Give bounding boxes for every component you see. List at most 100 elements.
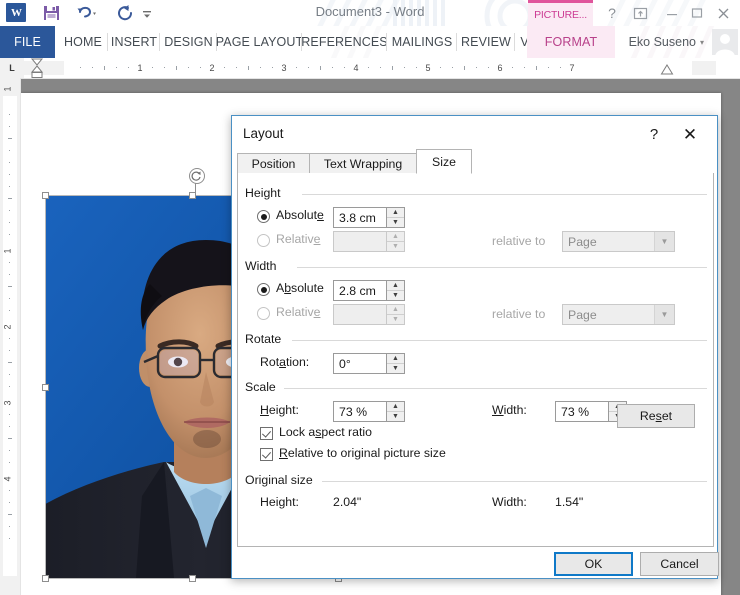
spinner-down-icon[interactable]: ▼ [387, 242, 404, 251]
ruler-number: 1 [2, 86, 13, 92]
resize-handle-n[interactable] [189, 192, 196, 199]
ruler-number: 3 [2, 400, 13, 406]
spinner-up-icon[interactable]: ▲ [387, 232, 404, 242]
rotation-spinner[interactable]: ▲ ▼ [386, 354, 404, 373]
height-relative-to-value: Page [568, 235, 597, 249]
width-relative-to-combo[interactable]: Page ▼ [562, 304, 675, 325]
chevron-down-icon[interactable]: ▼ [654, 232, 674, 251]
ribbon-tab-design[interactable]: DESIGN [160, 26, 217, 58]
close-icon[interactable] [712, 2, 734, 24]
ribbon-tab-mailings[interactable]: MAILINGS [387, 26, 457, 58]
width-relative-spinner[interactable]: ▲ ▼ [386, 305, 404, 324]
maximize-icon[interactable] [686, 2, 708, 24]
group-rotate-label: Rotate [245, 332, 288, 346]
ribbon-display-options-icon[interactable] [629, 2, 651, 24]
layout-dialog[interactable]: Layout ? ✕ Position Text Wrapping Size H… [231, 115, 719, 579]
ribbon-tab-review[interactable]: REVIEW [457, 26, 515, 58]
scale-height-input[interactable]: 73 % ▲ ▼ [333, 401, 405, 422]
ruler-number: 4 [2, 476, 13, 482]
ribbon-tab-home[interactable]: HOME [58, 26, 108, 58]
help-icon[interactable]: ? [601, 2, 623, 24]
height-relative-radio[interactable] [257, 234, 270, 247]
resize-handle-sw[interactable] [42, 575, 49, 582]
ruler-page-area [64, 61, 692, 75]
dialog-tab-text-wrapping[interactable]: Text Wrapping [309, 153, 417, 174]
width-absolute-input[interactable]: 2.8 cm ▲ ▼ [333, 280, 405, 301]
group-height: Height [245, 186, 707, 202]
spinner-down-icon[interactable]: ▼ [387, 218, 404, 227]
resize-handle-nw[interactable] [42, 192, 49, 199]
scale-height-spinner[interactable]: ▲ ▼ [386, 402, 404, 421]
width-absolute-radio[interactable] [257, 283, 270, 296]
group-original-size: Original size [245, 473, 707, 489]
height-absolute-spinner[interactable]: ▲ ▼ [386, 208, 404, 227]
group-original-size-label: Original size [245, 473, 319, 487]
spinner-down-icon[interactable]: ▼ [387, 364, 404, 373]
height-relative-to-combo[interactable]: Page ▼ [562, 231, 675, 252]
scale-height-value: 73 % [339, 405, 368, 419]
ribbon-tab-references[interactable]: REFERENCES [301, 26, 388, 58]
height-relative-spinner[interactable]: ▲ ▼ [386, 232, 404, 251]
rotate-handle[interactable] [189, 168, 205, 184]
height-relative-input[interactable]: ▲ ▼ [333, 231, 405, 252]
spinner-up-icon[interactable]: ▲ [387, 305, 404, 315]
user-name-label[interactable]: Eko Suseno [629, 26, 696, 58]
group-rotate: Rotate [245, 332, 707, 348]
dialog-tab-position[interactable]: Position [237, 153, 310, 174]
spinner-down-icon[interactable]: ▼ [387, 291, 404, 300]
reset-button[interactable]: Reset [617, 404, 695, 428]
ruler-page-area-vertical [3, 96, 17, 576]
ruler-number: 3 [281, 63, 287, 73]
ruler-number: 4 [353, 63, 359, 73]
avatar[interactable] [712, 29, 738, 55]
dialog-tab-size[interactable]: Size [416, 149, 472, 174]
dialog-close-icon[interactable]: ✕ [675, 122, 705, 147]
ribbon-tab-page-layout[interactable]: PAGE LAYOUT [216, 26, 303, 58]
ribbon-tab-file[interactable]: FILE [0, 26, 55, 58]
resize-handle-s[interactable] [189, 575, 196, 582]
group-width-label: Width [245, 259, 283, 273]
chevron-down-icon[interactable]: ▼ [654, 305, 674, 324]
vertical-ruler[interactable]: 1 1 2 3 4 [0, 78, 21, 595]
original-height-label: Height: [260, 495, 299, 509]
width-relative-radio[interactable] [257, 307, 270, 320]
tab-stop-selector[interactable]: L [0, 58, 24, 78]
picture-tools-contextual-label: PICTURE... [528, 0, 593, 26]
dialog-help-icon[interactable]: ? [641, 122, 667, 147]
width-absolute-label: Absolute [276, 281, 324, 295]
ribbon-tab-insert[interactable]: INSERT [108, 26, 160, 58]
spinner-up-icon[interactable]: ▲ [387, 208, 404, 218]
minimize-icon[interactable] [661, 2, 683, 24]
scale-width-label: Width: [492, 403, 527, 417]
ok-button[interactable]: OK [554, 552, 633, 576]
rotation-value: 0° [339, 357, 351, 371]
dialog-title-bar[interactable]: Layout ? ✕ [232, 116, 717, 153]
right-indent-marker-icon[interactable] [660, 64, 674, 76]
spinner-down-icon[interactable]: ▼ [387, 412, 404, 421]
width-relative-input[interactable]: ▲ ▼ [333, 304, 405, 325]
relative-to-original-checkbox[interactable] [260, 448, 273, 461]
resize-handle-w[interactable] [42, 384, 49, 391]
height-absolute-input[interactable]: 3.8 cm ▲ ▼ [333, 207, 405, 228]
spinner-down-icon[interactable]: ▼ [387, 315, 404, 324]
height-absolute-radio[interactable] [257, 210, 270, 223]
rotation-input[interactable]: 0° ▲ ▼ [333, 353, 405, 374]
indent-markers-icon[interactable] [29, 58, 45, 78]
ribbon-tab-format[interactable]: FORMAT [527, 26, 615, 58]
group-scale-label: Scale [245, 380, 282, 394]
dialog-tab-strip: Position Text Wrapping Size [237, 149, 714, 174]
width-relative-to-label: relative to [492, 307, 546, 321]
width-relative-to-value: Page [568, 308, 597, 322]
spinner-up-icon[interactable]: ▲ [387, 281, 404, 291]
horizontal-ruler[interactable]: L 1 2 3 4 5 6 7 [0, 58, 740, 79]
original-width-value: 1.54" [555, 495, 584, 509]
user-dropdown-icon[interactable]: ▾ [700, 38, 704, 47]
lock-aspect-ratio-checkbox[interactable] [260, 427, 273, 440]
width-absolute-spinner[interactable]: ▲ ▼ [386, 281, 404, 300]
spinner-up-icon[interactable]: ▲ [387, 402, 404, 412]
ribbon-tab-strip: FILE HOME INSERT DESIGN PAGE LAYOUT REFE… [0, 26, 740, 58]
height-relative-label: Relative [276, 232, 321, 246]
ruler-number: 2 [209, 63, 215, 73]
cancel-button[interactable]: Cancel [640, 552, 719, 576]
spinner-up-icon[interactable]: ▲ [387, 354, 404, 364]
